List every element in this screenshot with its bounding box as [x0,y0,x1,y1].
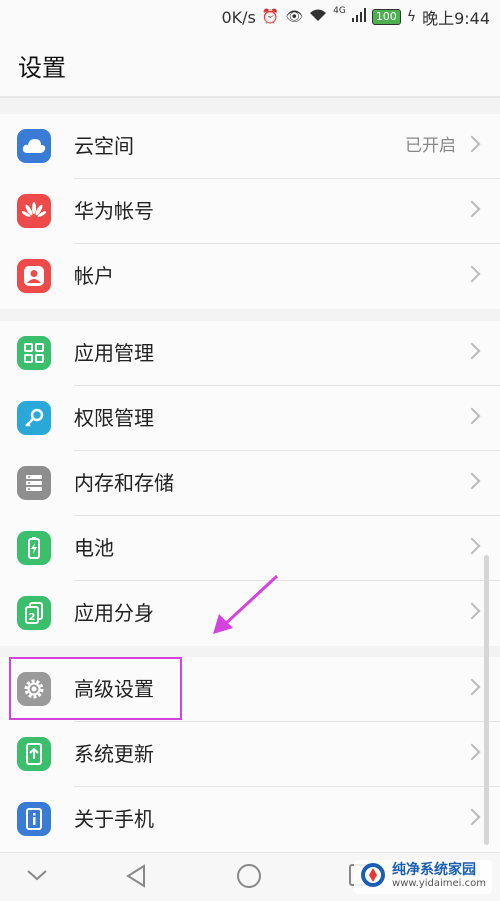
chevron-right-icon [463,472,481,490]
watermark-logo-icon [360,862,386,892]
settings-item-label: 权限管理 [74,406,154,430]
chevron-right-icon [463,537,481,555]
battery-icon [17,531,51,565]
chevron-right-icon [463,743,481,761]
settings-item-about-phone[interactable]: 关于手机 [0,787,500,852]
status-bar: 0K/s ⏰ 👁 4G 100 ϟ 晚上9:44 [0,0,500,34]
huawei-logo-icon [17,194,51,228]
chevron-right-icon [463,808,481,826]
settings-item-label: 电池 [74,536,114,560]
settings-item-huawei-account[interactable]: 华为帐号 [0,179,500,244]
storage-icon [17,466,51,500]
watermark-url: www.yidaimei.com [392,878,486,889]
network-speed: 0K/s [221,7,256,27]
info-icon [17,802,51,836]
chevron-right-icon [463,200,481,218]
eye-icon: 👁 [285,9,304,25]
settings-group-account: 云空间 已开启 华为帐号 帐户 [0,114,500,309]
app-twin-icon: 2 [17,596,51,630]
svg-text:2: 2 [29,612,36,623]
settings-item-label: 应用分身 [74,601,154,625]
network-type: 4G [333,6,346,16]
chevron-right-icon [463,602,481,620]
apps-grid-icon [17,336,51,370]
battery-level: 100 [371,9,401,25]
signal-icon [351,8,366,26]
pointer-arrow-icon [213,574,279,634]
watermark-title: 纯净系统家园 [392,862,477,878]
settings-item-accounts[interactable]: 帐户 [0,244,500,309]
wifi-icon [309,8,327,26]
clock: 晚上9:44 [422,9,490,28]
home-button[interactable] [236,863,262,893]
page-title: 设置 [0,34,500,98]
scrollbar[interactable] [484,555,489,845]
alarm-icon: ⏰ [261,9,280,25]
settings-item-storage[interactable]: 内存和存储 [0,451,500,516]
user-icon [17,259,51,293]
settings-item-label: 帐户 [74,264,114,288]
settings-item-app-management[interactable]: 应用管理 [0,321,500,386]
settings-item-label: 华为帐号 [74,199,154,223]
watermark: 纯净系统家园 www.yidaimei.com [354,860,492,894]
settings-item-label: 应用管理 [74,341,154,365]
settings-item-label: 云空间 [74,134,134,158]
settings-item-label: 关于手机 [74,807,154,831]
chevron-right-icon [463,407,481,425]
highlight-box [9,657,182,720]
settings-item-value: 已开启 [405,136,456,156]
charging-icon: ϟ [406,9,417,25]
system-update-icon [17,737,51,771]
settings-item-label: 系统更新 [74,742,154,766]
chevron-right-icon [463,342,481,360]
settings-item-cloud[interactable]: 云空间 已开启 [0,114,500,179]
settings-item-permissions[interactable]: 权限管理 [0,386,500,451]
chevron-right-icon [463,135,481,153]
back-button[interactable] [124,863,148,893]
chevron-right-icon [463,678,481,696]
hide-nav-button[interactable] [26,867,48,886]
key-icon [17,401,51,435]
settings-item-label: 内存和存储 [74,471,174,495]
cloud-icon [17,129,51,163]
chevron-right-icon [463,265,481,283]
settings-item-system-update[interactable]: 系统更新 [0,722,500,787]
